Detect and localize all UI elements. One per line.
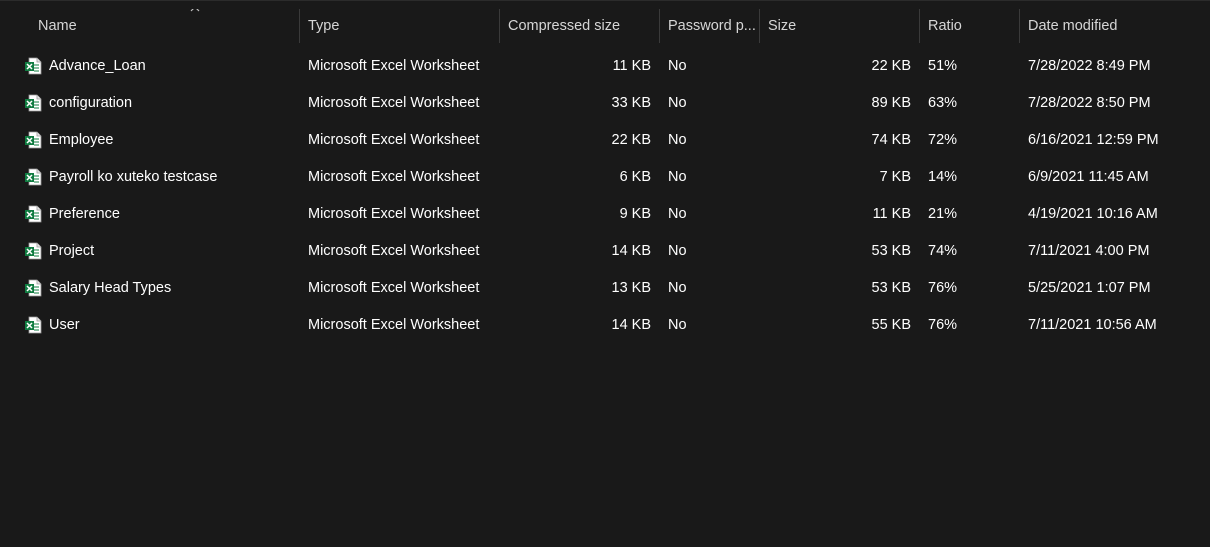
excel-file-icon (25, 279, 42, 297)
password-protected: No (668, 132, 687, 148)
file-type: Microsoft Excel Worksheet (308, 206, 480, 222)
compressed-size: 33 KB (611, 95, 652, 111)
column-header-date-modified[interactable]: Date modified (1020, 9, 1210, 43)
file-type: Microsoft Excel Worksheet (308, 280, 480, 296)
file-name: Preference (49, 206, 120, 222)
excel-file-icon (25, 205, 42, 223)
date-modified: 6/16/2021 12:59 PM (1028, 132, 1159, 148)
file-size: 89 KB (871, 95, 912, 111)
file-size: 55 KB (871, 317, 912, 333)
password-protected: No (668, 243, 687, 259)
file-type: Microsoft Excel Worksheet (308, 95, 480, 111)
file-row[interactable]: Preference Microsoft Excel Worksheet 9 KB N… (20, 197, 1190, 231)
date-modified: 7/28/2022 8:50 PM (1028, 95, 1151, 111)
column-header-compressed-size-label: Compressed size (508, 18, 621, 34)
chevron-up-icon (190, 9, 200, 12)
file-row[interactable]: Payroll ko xuteko testcase Microsoft Exce… (20, 160, 1190, 194)
password-protected: No (668, 95, 687, 111)
date-modified: 5/25/2021 1:07 PM (1028, 280, 1151, 296)
file-size: 11 KB (872, 206, 911, 222)
file-name: Advance_Loan (49, 58, 146, 74)
password-protected: No (668, 58, 687, 74)
file-type: Microsoft Excel Worksheet (308, 317, 480, 333)
column-header-size-label: Size (768, 18, 797, 34)
date-modified: 7/11/2021 10:56 AM (1028, 317, 1157, 333)
file-name: Payroll ko xuteko testcase (49, 169, 218, 185)
file-name: configuration (49, 95, 133, 111)
file-row[interactable]: Employee Microsoft Excel Worksheet 22 KB No… (20, 123, 1190, 157)
compressed-size: 9 KB (619, 206, 651, 222)
column-header-bar: Name Type Compressed size Password p... … (0, 9, 1210, 43)
column-header-ratio[interactable]: Ratio (920, 9, 1020, 43)
file-row[interactable]: User Microsoft Excel Worksheet 14 KB No 55 K… (20, 308, 1190, 342)
file-row[interactable]: configuration Microsoft Excel Worksheet 33… (20, 86, 1190, 120)
file-type: Microsoft Excel Worksheet (308, 169, 480, 185)
file-type: Microsoft Excel Worksheet (308, 58, 480, 74)
password-protected: No (668, 280, 687, 296)
file-list-view: Name Type Compressed size Password p... … (0, 0, 1210, 547)
file-row[interactable]: Project Microsoft Excel Worksheet 14 KB No 5… (20, 234, 1190, 268)
password-protected: No (668, 206, 687, 222)
column-header-date-modified-label: Date modified (1028, 18, 1118, 34)
compression-ratio: 72% (928, 132, 958, 148)
column-header-ratio-label: Ratio (928, 18, 962, 34)
excel-file-icon (25, 57, 42, 75)
file-size: 7 KB (879, 169, 911, 185)
file-name: User (49, 317, 80, 333)
file-row[interactable]: Salary Head Types Microsoft Excel Workshe… (20, 271, 1190, 305)
compression-ratio: 21% (928, 206, 958, 222)
excel-file-icon (25, 168, 42, 186)
file-type: Microsoft Excel Worksheet (308, 132, 480, 148)
compression-ratio: 74% (928, 243, 958, 259)
compression-ratio: 76% (928, 280, 958, 296)
file-row[interactable]: Advance_Loan Microsoft Excel Worksheet 11 … (20, 49, 1190, 83)
date-modified: 6/9/2021 11:45 AM (1028, 169, 1149, 185)
excel-file-icon (25, 131, 42, 149)
column-header-name[interactable]: Name (30, 9, 300, 43)
column-header-type-label: Type (308, 18, 340, 34)
column-header-size[interactable]: Size (760, 9, 920, 43)
column-header-compressed-size[interactable]: Compressed size (500, 9, 660, 43)
file-name: Project (49, 243, 95, 259)
file-size: 22 KB (871, 58, 912, 74)
password-protected: No (668, 317, 687, 333)
password-protected: No (668, 169, 687, 185)
excel-file-icon (25, 242, 42, 260)
column-header-password-protected-label: Password p... (668, 18, 756, 34)
compression-ratio: 63% (928, 95, 958, 111)
file-size: 53 KB (871, 280, 912, 296)
compression-ratio: 51% (928, 58, 958, 74)
compressed-size: 14 KB (611, 317, 652, 333)
date-modified: 7/11/2021 4:00 PM (1028, 243, 1150, 259)
compression-ratio: 14% (928, 169, 958, 185)
compression-ratio: 76% (928, 317, 958, 333)
column-header-type[interactable]: Type (300, 9, 500, 43)
excel-file-icon (25, 94, 42, 112)
column-header-name-label: Name (38, 18, 77, 34)
file-size: 74 KB (871, 132, 912, 148)
compressed-size: 22 KB (611, 132, 652, 148)
excel-file-icon (25, 316, 42, 334)
file-size: 53 KB (871, 243, 912, 259)
file-name: Employee (49, 132, 114, 148)
date-modified: 4/19/2021 10:16 AM (1028, 206, 1158, 222)
file-type: Microsoft Excel Worksheet (308, 243, 480, 259)
column-header-password-protected[interactable]: Password p... (660, 9, 760, 43)
compressed-size: 13 KB (611, 280, 652, 296)
date-modified: 7/28/2022 8:49 PM (1028, 58, 1151, 74)
compressed-size: 14 KB (611, 243, 652, 259)
file-name: Salary Head Types (49, 280, 172, 296)
compressed-size: 6 KB (619, 169, 651, 185)
compressed-size: 11 KB (612, 58, 651, 74)
